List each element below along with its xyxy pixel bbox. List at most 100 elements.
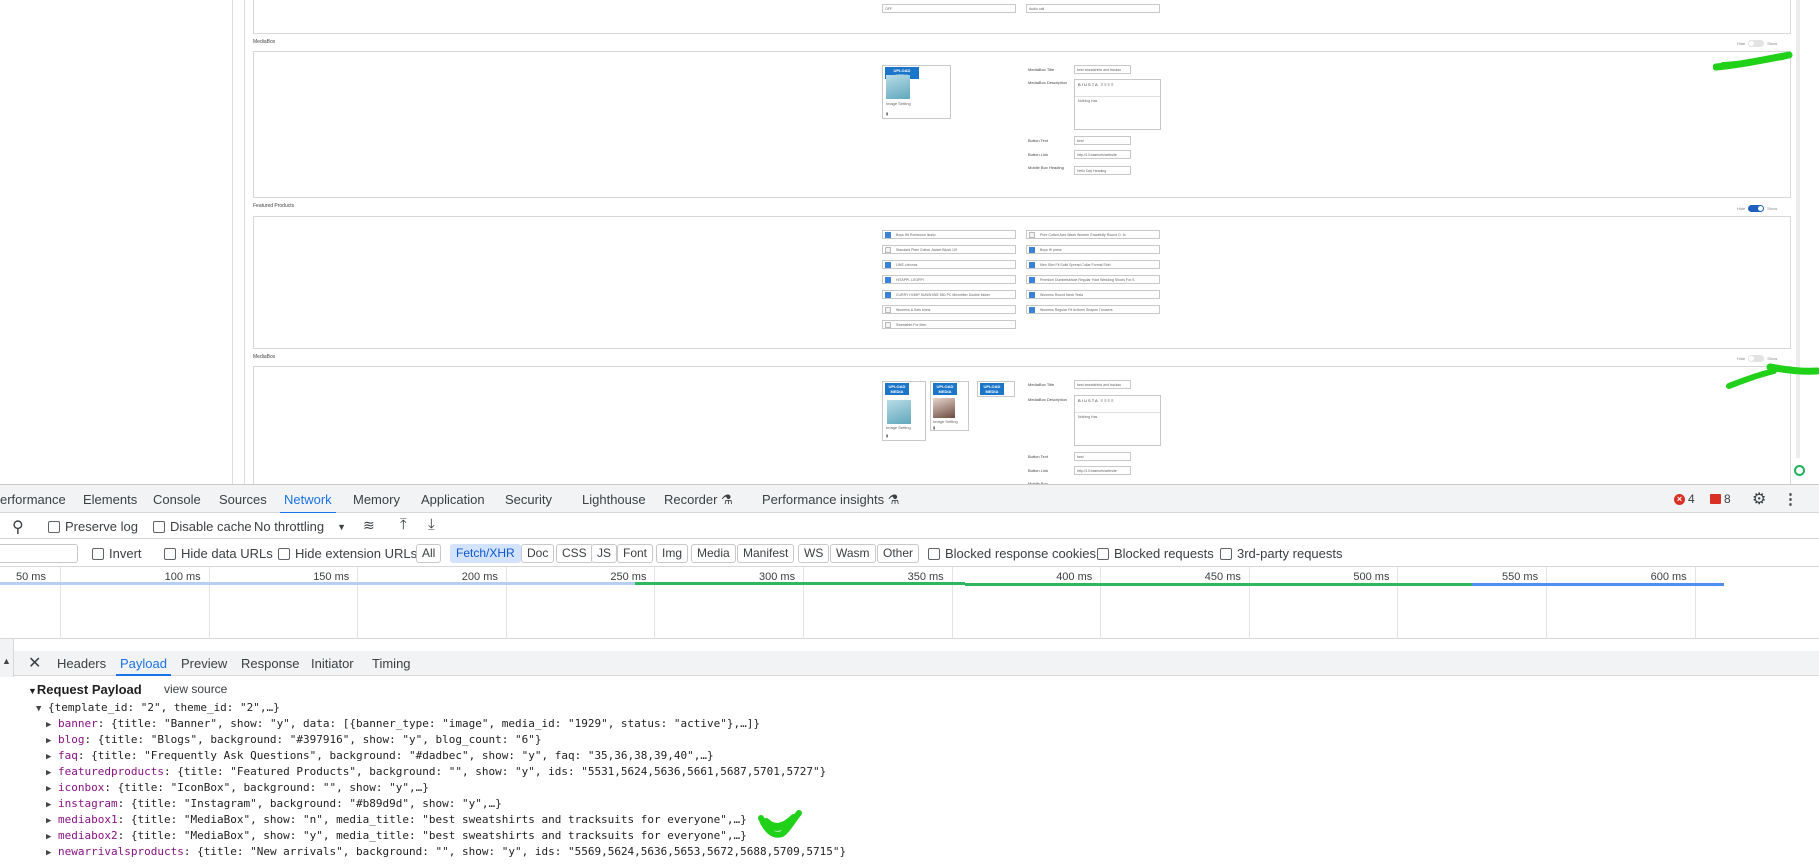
product-item[interactable]: Boys Hit Romwooo Ikonic bbox=[882, 230, 1016, 239]
network-overview-timeline[interactable]: 50 ms 100 ms 150 ms 200 ms 250 ms 300 ms 350 m… bbox=[0, 567, 1819, 639]
chat-bubble-icon[interactable] bbox=[1794, 465, 1805, 476]
gear-icon[interactable]: ⚙ bbox=[1752, 489, 1766, 509]
invert-checkbox[interactable]: Invert bbox=[92, 546, 142, 561]
expand-arrow-icon[interactable]: ▶ bbox=[46, 736, 58, 746]
expand-arrow-icon[interactable]: ▶ bbox=[46, 720, 58, 730]
checkbox-box[interactable] bbox=[928, 547, 940, 560]
tab-recorder[interactable]: Recorder ⚗ bbox=[664, 492, 733, 508]
collapse-icon[interactable]: ▲ bbox=[2, 656, 11, 666]
product-checkbox[interactable] bbox=[1029, 307, 1035, 313]
product-item[interactable]: LINE-chronos bbox=[882, 260, 1016, 269]
filter-chip-other[interactable]: Other bbox=[877, 544, 920, 563]
payload-entry[interactable]: ▶ featuredproducts: {title: "Featured Pro… bbox=[46, 765, 826, 778]
filter-input[interactable] bbox=[0, 544, 78, 563]
product-checkbox[interactable] bbox=[885, 262, 891, 268]
mediabox-title-input[interactable]: best sweatshirts and tracksu bbox=[1074, 65, 1131, 74]
error-count-badge[interactable]: × 4 bbox=[1674, 492, 1695, 506]
more-options-icon[interactable]: ⋮ bbox=[1783, 490, 1798, 508]
editor-toolbar[interactable]: B I U S T A ≡ ≡ ≡ ≡ bbox=[1075, 396, 1160, 413]
description-editor[interactable]: B I U S T A ≡ ≡ ≡ ≡ Nothing Has bbox=[1074, 79, 1161, 130]
toggle-switch[interactable] bbox=[1748, 205, 1765, 212]
tab-network[interactable]: Network bbox=[280, 492, 336, 514]
product-item[interactable]: Pure Cotton Acid Wash Women Gracefully R… bbox=[1026, 230, 1160, 239]
tab-preview[interactable]: Preview bbox=[181, 656, 227, 671]
tab-security[interactable]: Security bbox=[505, 492, 552, 507]
mobile-heading-input[interactable]: Hello Day Heading bbox=[1074, 166, 1131, 175]
checkbox-box[interactable] bbox=[92, 547, 104, 560]
top-input-2[interactable]: Audio call bbox=[1026, 4, 1160, 13]
expand-arrow-icon[interactable]: ▶ bbox=[46, 832, 58, 842]
hide-data-urls-checkbox[interactable]: Hide data URLs bbox=[164, 546, 273, 561]
payload-entry[interactable]: ▶ iconbox: {title: "IconBox", background:… bbox=[46, 781, 429, 794]
expand-arrow-icon[interactable]: ▶ bbox=[46, 800, 58, 810]
product-item[interactable]: HITAPPL LEOPPI bbox=[882, 275, 1016, 284]
toggle-switch[interactable] bbox=[1748, 40, 1765, 47]
product-checkbox[interactable] bbox=[1029, 277, 1035, 283]
product-item[interactable]: Sweatshirt For Men bbox=[882, 320, 1016, 329]
product-checkbox[interactable] bbox=[885, 277, 891, 283]
payload-title[interactable]: ▼Request Payload bbox=[28, 682, 142, 697]
upload-icon[interactable]: ⤒ bbox=[400, 516, 407, 533]
tab-console[interactable]: Console bbox=[153, 492, 201, 507]
payload-entry[interactable]: ▶ faq: {title: "Frequently Ask Questions"… bbox=[46, 749, 714, 762]
close-icon[interactable]: ✕ bbox=[28, 653, 41, 673]
button-text-input[interactable]: best bbox=[1074, 452, 1131, 461]
product-item[interactable]: Premium Dumbelsbhole Regular Yoke Weddin… bbox=[1026, 275, 1160, 284]
trash-icon[interactable]: ▮ bbox=[933, 425, 935, 430]
tab-lighthouse[interactable]: Lighthouse bbox=[582, 492, 646, 507]
download-icon[interactable]: ⤓ bbox=[428, 516, 435, 533]
blocked-cookies-checkbox[interactable]: Blocked response cookies bbox=[928, 546, 1096, 561]
checkbox-box[interactable] bbox=[153, 520, 165, 533]
product-checkbox[interactable] bbox=[885, 307, 891, 313]
media-slot[interactable]: UPLOAD MEDIA Image Setting ▮ bbox=[882, 381, 926, 441]
expand-arrow-icon[interactable]: ▶ bbox=[46, 784, 58, 794]
trash-icon[interactable]: ▮ bbox=[886, 111, 888, 116]
checkbox-box[interactable] bbox=[164, 547, 176, 560]
tab-elements[interactable]: Elements bbox=[83, 492, 137, 507]
product-checkbox[interactable] bbox=[1029, 232, 1035, 238]
product-checkbox[interactable] bbox=[885, 232, 891, 238]
product-checkbox[interactable] bbox=[1029, 247, 1035, 253]
tab-response[interactable]: Response bbox=[241, 656, 300, 671]
disable-cache-checkbox[interactable]: Disable cache bbox=[153, 519, 252, 534]
expand-arrow-icon[interactable]: ▶ bbox=[46, 816, 58, 826]
checkbox-box[interactable] bbox=[48, 520, 60, 533]
payload-entry[interactable]: ▶ blog: {title: "Blogs", background: "#39… bbox=[46, 733, 541, 746]
tab-performance[interactable]: erformance bbox=[0, 492, 66, 507]
expand-arrow-icon[interactable]: ▶ bbox=[46, 752, 58, 762]
tab-timing[interactable]: Timing bbox=[372, 656, 411, 671]
hide-extension-urls-checkbox[interactable]: Hide extension URLs bbox=[278, 546, 417, 561]
upload-media-button[interactable]: UPLOAD MEDIA bbox=[980, 383, 1004, 395]
expand-arrow-icon[interactable]: ▶ bbox=[46, 848, 58, 858]
tab-performance-insights[interactable]: Performance insights ⚗ bbox=[762, 492, 899, 508]
trash-icon[interactable]: ▮ bbox=[886, 433, 888, 438]
filter-chip-img[interactable]: Img bbox=[656, 544, 689, 563]
checkbox-box[interactable] bbox=[1220, 547, 1232, 560]
product-item[interactable]: Boys Hi press bbox=[1026, 245, 1160, 254]
product-item[interactable]: CURRY HOMP SUNSHINE 850 PC Microfiber Do… bbox=[882, 290, 1016, 299]
issue-count-badge[interactable]: 8 bbox=[1710, 492, 1731, 506]
filter-chip-media[interactable]: Media bbox=[691, 544, 736, 563]
payload-root[interactable]: ▼ {template_id: "2", theme_id: "2",…} bbox=[36, 701, 280, 714]
product-checkbox[interactable] bbox=[885, 247, 891, 253]
filter-chip-fetch-xhr[interactable]: Fetch/XHR bbox=[450, 544, 521, 563]
product-item[interactable]: Womens Round Neck Tesla bbox=[1026, 290, 1160, 299]
description-editor[interactable]: B I U S T A ≡ ≡ ≡ ≡ Nothing Has bbox=[1074, 395, 1161, 446]
upload-media-button[interactable]: UPLOAD MEDIA bbox=[933, 383, 957, 395]
blocked-requests-checkbox[interactable]: Blocked requests bbox=[1097, 546, 1214, 561]
button-link-input[interactable]: http://13.baseurls/website bbox=[1074, 466, 1131, 475]
filter-chip-manifest[interactable]: Manifest bbox=[737, 544, 795, 563]
product-item[interactable]: Womens Regular Fit Uniform Shapes Trouse… bbox=[1026, 305, 1160, 314]
view-source-link[interactable]: view source bbox=[164, 682, 227, 696]
payload-entry[interactable]: ▶ instagram: {title: "Instagram", backgro… bbox=[46, 797, 502, 810]
product-checkbox[interactable] bbox=[885, 322, 891, 328]
top-input-1[interactable]: OFF bbox=[882, 4, 1016, 13]
featured-visibility-toggle[interactable]: Hide Show bbox=[1737, 205, 1777, 212]
mediabox-title-input[interactable]: best sweatshirts and tracksu bbox=[1074, 380, 1131, 389]
filter-chip-wasm[interactable]: Wasm bbox=[830, 544, 876, 563]
payload-entry[interactable]: ▶ mediabox1: {title: "MediaBox", show: "n… bbox=[46, 813, 747, 826]
payload-entry[interactable]: ▶ newarrivalsproducts: {title: "New arriv… bbox=[46, 845, 846, 858]
checkbox-box[interactable] bbox=[278, 547, 290, 560]
product-checkbox[interactable] bbox=[1029, 292, 1035, 298]
third-party-checkbox[interactable]: 3rd-party requests bbox=[1220, 546, 1343, 561]
